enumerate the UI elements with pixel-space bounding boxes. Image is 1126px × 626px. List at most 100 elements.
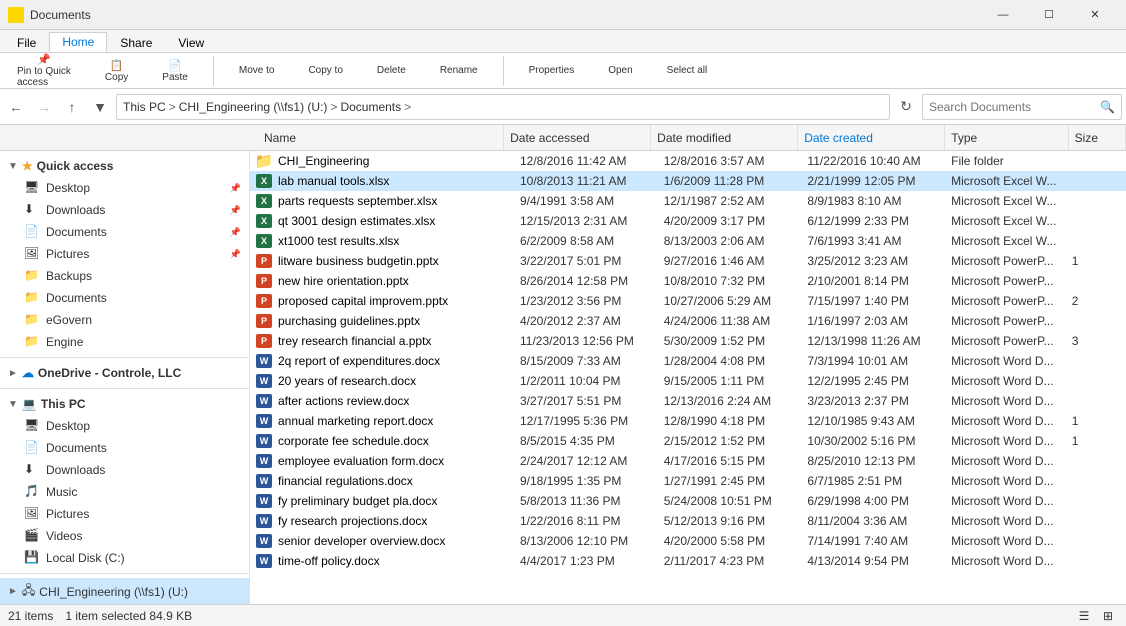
date-accessed-cell: 6/2/2009 8:58 AM (514, 234, 658, 248)
dropdown-button[interactable]: ▼ (88, 95, 112, 119)
excel-icon: X (256, 234, 272, 248)
col-type[interactable]: Type (945, 125, 1068, 150)
sidebar-item-desktop[interactable]: 🖥 Desktop 📌 (0, 177, 249, 199)
file-name-cell: P proposed capital improvem.pptx (254, 294, 514, 308)
sidebar-item-downloads2[interactable]: ⬇ Downloads (0, 459, 249, 481)
date-created-cell: 8/11/2004 3:36 AM (801, 514, 945, 528)
ribbon-pin-button[interactable]: 📌 Pin to Quickaccess (8, 50, 80, 91)
type-cell: Microsoft Word D... (945, 374, 1066, 388)
table-row[interactable]: W senior developer overview.docx 8/13/20… (250, 531, 1126, 551)
ribbon-delete-button[interactable]: Delete (368, 62, 415, 79)
item-count: 21 items (8, 609, 53, 623)
crumb-documents[interactable]: Documents (340, 100, 401, 114)
col-name[interactable]: Name (258, 125, 504, 150)
table-row[interactable]: X parts requests september.xlsx 9/4/1991… (250, 191, 1126, 211)
up-button[interactable]: ↑ (60, 95, 84, 119)
date-modified-cell: 4/20/2000 5:58 PM (658, 534, 802, 548)
table-row[interactable]: W fy research projections.docx 1/22/2016… (250, 511, 1126, 531)
selection-info: 1 item selected 84.9 KB (65, 609, 192, 623)
refresh-button[interactable]: ↻ (894, 95, 918, 119)
tab-view[interactable]: View (165, 32, 217, 52)
details-view-button[interactable]: ☰ (1074, 606, 1094, 626)
table-row[interactable]: 📁 CHI_Engineering 12/8/2016 11:42 AM 12/… (250, 151, 1126, 171)
table-row[interactable]: W time-off policy.docx 4/4/2017 1:23 PM … (250, 551, 1126, 571)
sidebar-item-backups[interactable]: 📁 Backups (0, 265, 249, 287)
crumb-chi[interactable]: CHI_Engineering (\\fs1) (U:) (179, 100, 328, 114)
sidebar-item-pictures[interactable]: 🖼 Pictures 📌 (0, 243, 249, 265)
file-type-icon: P (254, 334, 274, 348)
large-icon-view-button[interactable]: ⊞ (1098, 606, 1118, 626)
table-row[interactable]: W annual marketing report.docx 12/17/199… (250, 411, 1126, 431)
table-row[interactable]: P proposed capital improvem.pptx 1/23/20… (250, 291, 1126, 311)
date-accessed-cell: 4/4/2017 1:23 PM (514, 554, 658, 568)
ribbon-properties-button[interactable]: Properties (520, 62, 584, 79)
ribbon-copyto-button[interactable]: Copy to (299, 62, 351, 79)
col-date-accessed[interactable]: Date accessed (504, 125, 651, 150)
back-button[interactable]: ← (4, 95, 28, 119)
table-row[interactable]: P trey research financial a.pptx 11/23/2… (250, 331, 1126, 351)
date-accessed-cell: 3/27/2017 5:51 PM (514, 394, 658, 408)
sidebar-item-desktop2[interactable]: 🖥 Desktop (0, 415, 249, 437)
date-modified-cell: 1/27/1991 2:45 PM (658, 474, 802, 488)
search-box[interactable]: 🔍 (922, 94, 1122, 120)
sidebar-item-engine[interactable]: 📁 Engine (0, 331, 249, 353)
sidebar-item-documents[interactable]: 📄 Documents 📌 (0, 221, 249, 243)
table-row[interactable]: W 20 years of research.docx 1/2/2011 10:… (250, 371, 1126, 391)
forward-button[interactable]: → (32, 95, 56, 119)
sidebar-item-localdisk[interactable]: 💾 Local Disk (C:) (0, 547, 249, 569)
sidebar-item-documents2[interactable]: 📁 Documents (0, 287, 249, 309)
tab-share[interactable]: Share (107, 32, 165, 52)
table-row[interactable]: X xt1000 test results.xlsx 6/2/2009 8:58… (250, 231, 1126, 251)
crumb-thispc[interactable]: This PC (123, 100, 166, 114)
sidebar-item-egovern[interactable]: 📁 eGovern (0, 309, 249, 331)
date-created-cell: 7/15/1997 1:40 PM (801, 294, 945, 308)
table-row[interactable]: W fy preliminary budget pla.docx 5/8/201… (250, 491, 1126, 511)
table-row[interactable]: P purchasing guidelines.pptx 4/20/2012 2… (250, 311, 1126, 331)
sidebar-quickaccess-header[interactable]: ▼ ★ Quick access (0, 155, 249, 177)
col-date-modified[interactable]: Date modified (651, 125, 798, 150)
sidebar-item-downloads[interactable]: ⬇ Downloads 📌 (0, 199, 249, 221)
column-headers: Name Date accessed Date modified Date cr… (0, 125, 1126, 151)
search-input[interactable] (929, 100, 1100, 114)
sidebar-item-documents3[interactable]: 📄 Documents (0, 437, 249, 459)
table-row[interactable]: W employee evaluation form.docx 2/24/201… (250, 451, 1126, 471)
sidebar-item-music[interactable]: 🎵 Music (0, 481, 249, 503)
table-row[interactable]: P litware business budgetin.pptx 3/22/20… (250, 251, 1126, 271)
file-type-icon: W (254, 494, 274, 508)
tab-file[interactable]: File (4, 32, 49, 52)
table-row[interactable]: W after actions review.docx 3/27/2017 5:… (250, 391, 1126, 411)
col-date-created[interactable]: Date created (798, 125, 945, 150)
table-row[interactable]: X lab manual tools.xlsx 10/8/2013 11:21 … (250, 171, 1126, 191)
table-row[interactable]: W corporate fee schedule.docx 8/5/2015 4… (250, 431, 1126, 451)
sidebar-item-pictures2[interactable]: 🖼 Pictures (0, 503, 249, 525)
sidebar-thispc-header[interactable]: ▼ 💻 This PC (0, 393, 249, 415)
table-row[interactable]: P new hire orientation.pptx 8/26/2014 12… (250, 271, 1126, 291)
file-name: litware business budgetin.pptx (278, 254, 439, 268)
ribbon-moveto-button[interactable]: Move to (230, 62, 284, 79)
sidebar-onedrive-header[interactable]: ► ☁ OneDrive - Controle, LLC (0, 362, 249, 384)
file-name-cell: X qt 3001 design estimates.xlsx (254, 214, 514, 228)
ribbon-rename-button[interactable]: Rename (431, 62, 487, 79)
address-path[interactable]: This PC > CHI_Engineering (\\fs1) (U:) >… (116, 94, 890, 120)
table-row[interactable]: W 2q report of expenditures.docx 8/15/20… (250, 351, 1126, 371)
table-row[interactable]: X qt 3001 design estimates.xlsx 12/15/20… (250, 211, 1126, 231)
file-name-cell: X lab manual tools.xlsx (254, 174, 514, 188)
sidebar-item-videos[interactable]: 🎬 Videos (0, 525, 249, 547)
maximize-button[interactable]: ☐ (1026, 0, 1072, 30)
file-name: corporate fee schedule.docx (278, 434, 429, 448)
type-cell: Microsoft Word D... (945, 554, 1066, 568)
ribbon-selectall-button[interactable]: Select all (658, 62, 717, 79)
pictures-icon: 🖼 (24, 246, 40, 262)
ribbon-paste-button[interactable]: 📄 Paste (153, 56, 197, 86)
sidebar-item-chieng[interactable]: ► 🖧 CHI_Engineering (\\fs1) (U:) (0, 578, 249, 604)
close-button[interactable]: ✕ (1072, 0, 1118, 30)
ribbon-tab-bar: File Home Share View (0, 30, 1126, 52)
col-size[interactable]: Size (1069, 125, 1126, 150)
tab-home[interactable]: Home (49, 32, 107, 52)
table-row[interactable]: W financial regulations.docx 9/18/1995 1… (250, 471, 1126, 491)
minimize-button[interactable]: — (980, 0, 1026, 30)
ribbon-open-button[interactable]: Open (599, 62, 641, 79)
address-bar: ← → ↑ ▼ This PC > CHI_Engineering (\\fs1… (0, 89, 1126, 125)
ribbon-copy-button[interactable]: 📋 Copy (96, 56, 137, 86)
excel-icon: X (256, 194, 272, 208)
